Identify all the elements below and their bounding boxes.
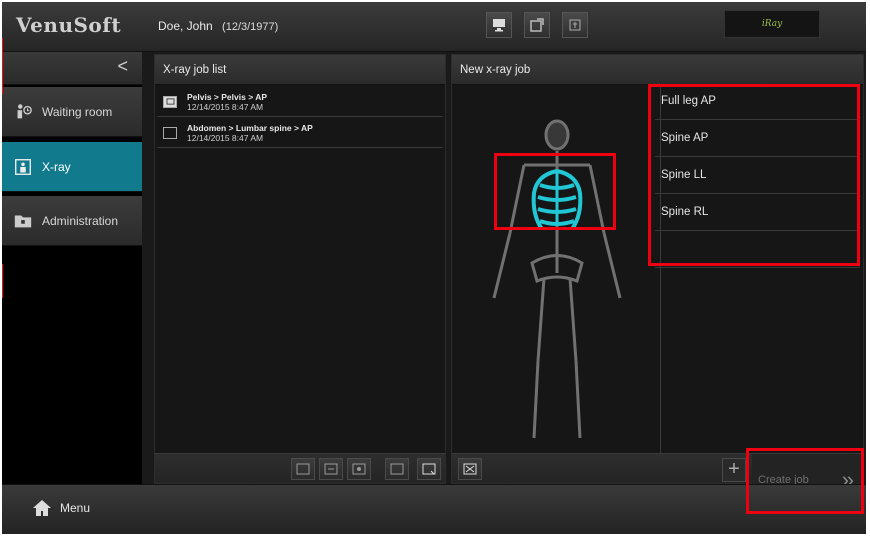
- job-datetime: 12/14/2015 8:47 AM: [187, 132, 264, 143]
- edge-marker: [2, 38, 3, 94]
- export-icon[interactable]: [524, 12, 550, 38]
- exam-item[interactable]: Spine LL: [655, 158, 860, 194]
- panel-title: New x-ray job: [452, 55, 863, 85]
- list-item[interactable]: Pelvis > Pelvis > AP 12/14/2015 8:47 AM: [157, 87, 443, 117]
- body-skeleton-selector[interactable]: [462, 93, 652, 443]
- job-icon-2[interactable]: [319, 458, 343, 480]
- sidebar-item-waiting-room[interactable]: Waiting room: [2, 87, 142, 137]
- job-icon-3[interactable]: [347, 458, 371, 480]
- home-icon: [33, 500, 51, 516]
- job-icon-4[interactable]: [385, 458, 409, 480]
- monitor-icon[interactable]: [486, 12, 512, 38]
- footer-bar: Menu: [2, 484, 866, 534]
- job-icon-5[interactable]: [417, 458, 441, 480]
- menu-button[interactable]: Menu: [32, 499, 90, 517]
- sidebar-item-label: Administration: [42, 213, 119, 228]
- edge-marker: [2, 264, 3, 298]
- job-type-icon: [163, 95, 177, 108]
- menu-label: Menu: [60, 501, 91, 515]
- exam-item[interactable]: Spine AP: [655, 121, 860, 157]
- add-button[interactable]: +: [722, 458, 746, 482]
- exam-item[interactable]: Spine RL: [655, 195, 860, 231]
- xray-icon: [12, 156, 34, 178]
- sidebar-item-label: Waiting room: [42, 104, 113, 119]
- patient-dob: (12/3/1977): [222, 21, 279, 33]
- sidebar-item-xray[interactable]: X-ray: [2, 142, 142, 192]
- job-icon-1[interactable]: [291, 458, 315, 480]
- list-item[interactable]: Abdomen > Lumbar spine > AP 12/14/2015 8…: [157, 118, 443, 148]
- patient-name: Doe, John: [158, 19, 213, 33]
- ribcage-highlight: [531, 169, 583, 231]
- checkbox[interactable]: [163, 126, 177, 139]
- app-window: VenuSoft Doe, John (12/3/1977) iRay < Wa…: [2, 2, 866, 534]
- job-datetime: 12/14/2015 8:47 AM: [187, 101, 264, 112]
- app-brand: VenuSoft: [16, 13, 122, 37]
- job-list-panel: X-ray job list Pelvis > Pelvis > AP 12/1…: [154, 54, 446, 484]
- patient-info: Doe, John (12/3/1977): [158, 19, 278, 33]
- sidebar-item-label: X-ray: [42, 159, 71, 174]
- top-header: VenuSoft Doe, John (12/3/1977) iRay: [2, 2, 866, 52]
- chevron-left-icon: <: [117, 56, 128, 76]
- job-path: Pelvis > Pelvis > AP: [187, 91, 268, 102]
- folder-icon: [12, 210, 34, 232]
- vendor-logo: iRay: [724, 10, 820, 38]
- sidebar-item-administration[interactable]: Administration: [2, 196, 142, 246]
- settings-icon[interactable]: [562, 12, 588, 38]
- tools-icon[interactable]: [458, 458, 482, 480]
- exam-item[interactable]: [655, 232, 860, 268]
- panel-title: X-ray job list: [155, 55, 445, 85]
- job-path: Abdomen > Lumbar spine > AP: [187, 122, 313, 133]
- collapse-sidebar-button[interactable]: <: [2, 52, 142, 85]
- waiting-room-icon: [12, 101, 34, 123]
- job-list-toolbar: [155, 453, 445, 483]
- exam-item[interactable]: Full leg AP: [655, 84, 860, 120]
- sidebar: < Waiting room X-ray Administration: [2, 52, 142, 484]
